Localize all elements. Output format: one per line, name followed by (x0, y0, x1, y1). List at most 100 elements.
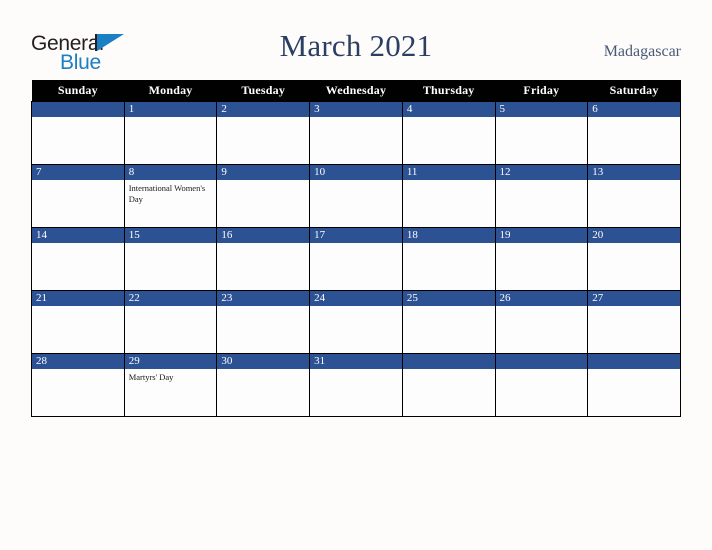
day-events (32, 369, 124, 372)
weekday-header-friday: Friday (495, 80, 588, 102)
day-events (403, 117, 495, 120)
weekday-header-row: Sunday Monday Tuesday Wednesday Thursday… (31, 80, 681, 102)
day-events (588, 180, 680, 183)
calendar-day-cell[interactable]: 29 Martyrs' Day (123, 353, 218, 417)
day-events (403, 306, 495, 309)
day-number: 14 (32, 228, 124, 243)
weekday-header-saturday: Saturday (587, 80, 681, 102)
day-events (32, 243, 124, 246)
day-number: 24 (310, 291, 402, 306)
day-events (588, 243, 680, 246)
day-number: 15 (124, 228, 217, 243)
calendar-day-cell[interactable]: 30 (216, 353, 311, 417)
day-number: 20 (588, 228, 680, 243)
calendar-day-cell[interactable]: 19 (494, 227, 589, 291)
weekday-header-wednesday: Wednesday (309, 80, 403, 102)
day-number: 31 (310, 354, 402, 369)
calendar-day-cell[interactable]: 24 (309, 290, 403, 354)
day-number: 4 (402, 102, 495, 117)
day-number: 13 (588, 165, 680, 180)
day-number: 7 (32, 165, 124, 180)
calendar-day-cell[interactable]: 2 (216, 101, 311, 165)
calendar-day-cell[interactable]: 9 (216, 164, 311, 228)
day-events (217, 117, 309, 120)
calendar-week-row: 123456 (31, 101, 681, 165)
day-events (496, 369, 588, 372)
day-number: 10 (310, 165, 402, 180)
calendar-day-cell[interactable]: 15 (123, 227, 218, 291)
calendar-day-cell[interactable]: 12 (494, 164, 589, 228)
day-events (217, 180, 309, 183)
weekday-header-thursday: Thursday (402, 80, 496, 102)
calendar-day-cell[interactable]: 26 (494, 290, 589, 354)
page-header: General Blue March 2021 Madagascar (0, 0, 712, 80)
day-events (496, 243, 588, 246)
calendar-day-cell[interactable]: 3 (309, 101, 403, 165)
day-number: 21 (32, 291, 124, 306)
calendar-day-cell[interactable]: 10 (309, 164, 403, 228)
day-number: 25 (402, 291, 495, 306)
day-events (588, 369, 680, 372)
calendar-day-cell[interactable] (494, 353, 589, 417)
day-events (496, 117, 588, 120)
day-number: 2 (217, 102, 310, 117)
calendar-grid: Sunday Monday Tuesday Wednesday Thursday… (31, 80, 681, 417)
day-number: 11 (402, 165, 495, 180)
day-events: International Women's Day (128, 183, 206, 204)
calendar-day-cell[interactable]: 18 (401, 227, 496, 291)
calendar-day-cell[interactable]: 25 (401, 290, 496, 354)
calendar-day-cell[interactable]: 7 (31, 164, 125, 228)
calendar-day-cell[interactable]: 21 (31, 290, 125, 354)
calendar-day-cell[interactable]: 1 (123, 101, 218, 165)
day-events (310, 243, 402, 246)
day-number (402, 354, 495, 369)
day-events (310, 306, 402, 309)
calendar-day-cell[interactable]: 4 (401, 101, 496, 165)
day-events (32, 117, 124, 120)
calendar-day-cell[interactable] (31, 101, 125, 165)
calendar-day-cell[interactable]: 22 (123, 290, 218, 354)
day-number: 22 (124, 291, 217, 306)
day-events (310, 180, 402, 183)
day-number: 29 (124, 354, 217, 369)
day-number: 23 (217, 291, 310, 306)
day-events (125, 243, 217, 246)
calendar-day-cell[interactable]: 13 (587, 164, 681, 228)
calendar-day-cell[interactable]: 28 (31, 353, 125, 417)
calendar-day-cell[interactable]: 31 (309, 353, 403, 417)
calendar-day-cell[interactable]: 27 (587, 290, 681, 354)
calendar-day-cell[interactable] (401, 353, 496, 417)
day-events: Martyrs' Day (128, 372, 174, 382)
calendar-day-cell[interactable]: 5 (494, 101, 589, 165)
calendar-day-cell[interactable]: 11 (401, 164, 496, 228)
calendar-day-cell[interactable]: 23 (216, 290, 311, 354)
day-events (217, 306, 309, 309)
day-number: 30 (217, 354, 310, 369)
day-number: 28 (32, 354, 124, 369)
weekday-header-monday: Monday (124, 80, 217, 102)
day-number: 17 (310, 228, 402, 243)
day-events (310, 117, 402, 120)
country-label: Madagascar (603, 43, 681, 60)
day-events (588, 117, 680, 120)
calendar-day-cell[interactable] (587, 353, 681, 417)
day-number: 1 (124, 102, 217, 117)
day-events (125, 117, 217, 120)
calendar-day-cell[interactable]: 8 International Women's Day (123, 164, 218, 228)
day-number: 9 (217, 165, 310, 180)
calendar-day-cell[interactable]: 14 (31, 227, 125, 291)
calendar-day-cell[interactable]: 16 (216, 227, 311, 291)
day-number: 27 (588, 291, 680, 306)
day-events (403, 243, 495, 246)
day-number: 3 (310, 102, 402, 117)
calendar-week-row: 28 29 Martyrs' Day 30 31 (31, 353, 681, 417)
day-number: 5 (495, 102, 588, 117)
day-events (32, 306, 124, 309)
calendar-week-row: 14 15 16 17 18 19 20 (31, 227, 681, 291)
calendar-day-cell[interactable]: 6 (587, 101, 681, 165)
day-events (496, 180, 588, 183)
day-number (495, 354, 588, 369)
calendar-week-row: 7 8 International Women's Day 9 10 11 12 13 (31, 164, 681, 228)
calendar-day-cell[interactable]: 20 (587, 227, 681, 291)
calendar-day-cell[interactable]: 17 (309, 227, 403, 291)
